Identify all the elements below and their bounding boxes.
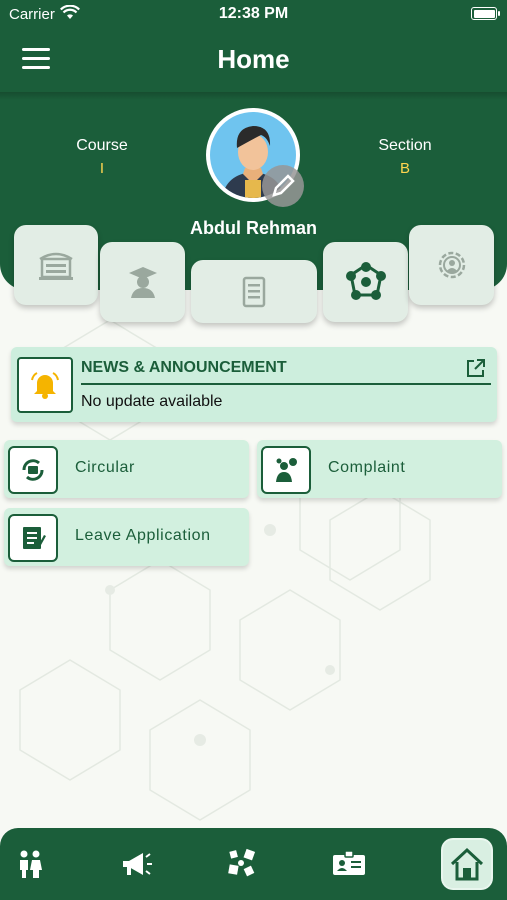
news-bell-box bbox=[17, 357, 73, 413]
group-network-icon bbox=[345, 262, 386, 300]
leave-application-icon bbox=[23, 527, 46, 549]
complaint-label: Complaint bbox=[328, 459, 406, 476]
header-divider bbox=[0, 92, 507, 100]
nav-announcements[interactable] bbox=[116, 846, 156, 882]
complaint-icon bbox=[276, 458, 297, 482]
section-value: B bbox=[399, 160, 410, 177]
nav-students[interactable] bbox=[10, 846, 50, 882]
tile-group[interactable] bbox=[323, 242, 408, 322]
nav-home[interactable] bbox=[443, 840, 491, 888]
section-label: Section bbox=[378, 137, 432, 154]
course-label: Course bbox=[76, 137, 128, 154]
battery-icon bbox=[471, 7, 500, 20]
circular-icon bbox=[22, 459, 44, 481]
nav-id-card[interactable] bbox=[329, 846, 369, 882]
complaint-button[interactable]: Complaint bbox=[257, 440, 502, 498]
leave-application-button[interactable]: Leave Application bbox=[4, 508, 249, 566]
home-icon bbox=[450, 847, 484, 881]
circular-label: Circular bbox=[75, 459, 135, 476]
timetable-icon bbox=[242, 276, 266, 307]
news-title: NEWS & ANNOUNCEMENT bbox=[81, 359, 287, 376]
leave-application-label: Leave Application bbox=[75, 527, 211, 544]
bell-icon bbox=[31, 372, 59, 399]
bottom-navigation bbox=[0, 828, 507, 900]
id-card-icon bbox=[333, 850, 365, 875]
news-divider bbox=[81, 383, 491, 385]
leave-application-icon-box bbox=[8, 514, 58, 562]
news-card[interactable]: NEWS & ANNOUNCEMENT No update available bbox=[11, 347, 497, 422]
page-title: Home bbox=[217, 44, 290, 74]
pencil-icon bbox=[272, 174, 295, 197]
students-icon bbox=[20, 850, 42, 878]
status-bar: Carrier 12:38 PM bbox=[0, 0, 507, 28]
circular-button[interactable]: Circular bbox=[4, 440, 249, 498]
graduate-icon bbox=[128, 267, 157, 298]
nav-activities[interactable] bbox=[222, 846, 262, 882]
circular-icon-box bbox=[8, 446, 58, 494]
edit-profile-button[interactable] bbox=[262, 165, 304, 207]
school-building-icon bbox=[39, 252, 73, 280]
tile-school[interactable] bbox=[14, 225, 98, 305]
megaphone-icon bbox=[123, 853, 152, 875]
tile-graduate[interactable] bbox=[100, 242, 185, 322]
tile-timetable[interactable] bbox=[191, 260, 317, 323]
tile-settings[interactable] bbox=[409, 225, 494, 305]
course-value: I bbox=[99, 160, 105, 177]
complaint-icon-box bbox=[261, 446, 311, 494]
activities-icon bbox=[228, 848, 256, 877]
status-time: 12:38 PM bbox=[218, 5, 289, 22]
external-link-icon[interactable] bbox=[465, 357, 487, 384]
news-text: No update available bbox=[81, 393, 223, 410]
settings-gear-icon bbox=[438, 251, 465, 279]
